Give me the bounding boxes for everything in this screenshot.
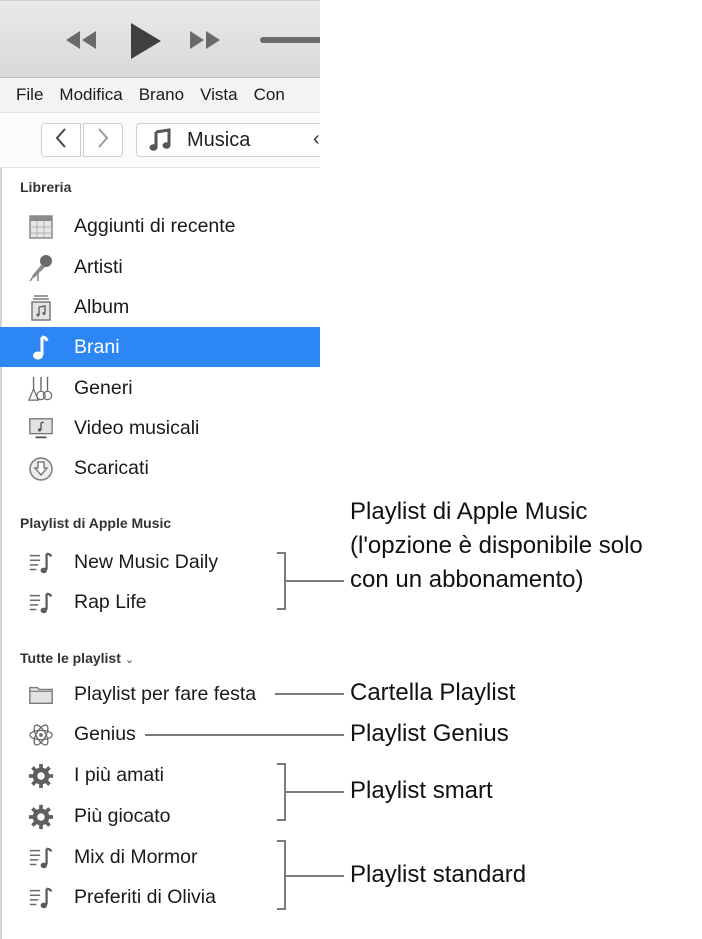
callout-line-genius	[145, 734, 344, 736]
callout-genius: Playlist Genius	[350, 720, 509, 747]
sidebar-item-most-loved[interactable]: I più amati	[0, 755, 320, 795]
download-circle-icon	[28, 456, 54, 482]
folder-icon	[28, 682, 54, 708]
smart-gear-icon	[28, 763, 54, 789]
sidebar-item-preferiti-olivia[interactable]: Preferiti di Olivia	[0, 877, 320, 917]
media-kind-label: Musica	[187, 128, 251, 151]
sidebar-item-genres[interactable]: Generi	[0, 368, 320, 408]
sidebar-item-label: Più giocato	[74, 805, 171, 827]
chevron-down-icon[interactable]: ⌄	[125, 654, 134, 666]
genius-atom-icon	[28, 722, 54, 748]
fast-forward-icon[interactable]	[186, 23, 224, 62]
music-video-icon	[28, 416, 54, 442]
sidebar-item-label: Brani	[74, 336, 120, 358]
section-header-library: Libreria	[20, 179, 72, 195]
sidebar-item-label: Scaricati	[74, 457, 149, 479]
sidebar-item-songs[interactable]: Brani	[0, 327, 320, 367]
microphone-icon	[28, 255, 54, 282]
sidebar-item-label: Video musicali	[74, 417, 200, 439]
selector-arrow-icon: ‹	[313, 128, 320, 150]
menu-brano[interactable]: Brano	[139, 85, 184, 105]
callout-apple-music-line1: Playlist di Apple Music	[350, 498, 588, 525]
playlist-icon	[28, 845, 54, 871]
callout-bracket-apple-music	[277, 552, 286, 610]
chevron-right-icon	[96, 127, 110, 154]
sidebar-item-recently-added[interactable]: Aggiunti di recente	[0, 206, 320, 246]
callout-apple-music-line3: con un abbonamento)	[350, 566, 584, 593]
navigation-bar: Musica ‹	[0, 112, 320, 168]
sidebar-item-label: Album	[74, 296, 130, 318]
sidebar-item-label: Preferiti di Olivia	[74, 886, 216, 908]
sidebar-item-label: Genius	[74, 723, 136, 745]
sidebar-item-most-played[interactable]: Più giocato	[0, 796, 320, 836]
section-header-apple-music: Playlist di Apple Music	[20, 515, 172, 531]
menu-file[interactable]: File	[16, 85, 43, 105]
calendar-grid-icon	[28, 214, 54, 240]
playlist-icon	[28, 885, 54, 911]
volume-slider[interactable]	[260, 37, 320, 43]
media-kind-select[interactable]: Musica ‹	[136, 123, 320, 157]
sidebar-item-new-music-daily[interactable]: New Music Daily	[0, 542, 320, 582]
chevron-left-icon	[54, 127, 68, 154]
playlist-icon	[28, 550, 54, 576]
callout-smart: Playlist smart	[350, 777, 493, 804]
rewind-icon[interactable]	[62, 23, 100, 62]
callout-line-folder	[275, 693, 344, 695]
play-icon[interactable]	[128, 21, 164, 66]
music-note-icon	[28, 335, 54, 361]
callout-line-standard	[286, 875, 344, 877]
forward-button[interactable]	[83, 123, 123, 157]
smart-gear-icon	[28, 804, 54, 830]
sidebar-item-albums[interactable]: Album	[0, 287, 320, 327]
sidebar-item-party-folder[interactable]: Playlist per fare festa	[0, 674, 320, 714]
sidebar-item-label: Playlist per fare festa	[74, 683, 257, 705]
callout-standard: Playlist standard	[350, 861, 527, 888]
itunes-window: File Modifica Brano Vista Con Musica ‹ L…	[0, 0, 320, 939]
player-toolbar	[0, 0, 320, 78]
menu-bar: File Modifica Brano Vista Con	[0, 78, 320, 112]
sidebar-item-mix-di-mormor[interactable]: Mix di Mormor	[0, 837, 320, 877]
callout-line-apple-music	[286, 580, 344, 582]
sidebar-item-rap-life[interactable]: Rap Life	[0, 582, 320, 622]
music-note-icon	[149, 128, 171, 152]
sidebar-item-music-videos[interactable]: Video musicali	[0, 408, 320, 448]
menu-controlli[interactable]: Con	[254, 85, 285, 105]
sidebar-item-label: New Music Daily	[74, 551, 219, 573]
sidebar-item-label: Aggiunti di recente	[74, 215, 236, 237]
menu-vista[interactable]: Vista	[200, 85, 238, 105]
callout-bracket-smart	[277, 763, 286, 821]
sidebar-item-artists[interactable]: Artisti	[0, 247, 320, 287]
playlist-icon	[28, 590, 54, 616]
menu-modifica[interactable]: Modifica	[59, 85, 122, 105]
callout-apple-music-line2: (l'opzione è disponibile solo	[350, 532, 643, 559]
sidebar-item-label: Generi	[74, 377, 133, 399]
section-header-label: Tutte le playlist	[20, 650, 121, 666]
sidebar-item-label: Mix di Mormor	[74, 846, 198, 868]
album-stack-icon	[28, 295, 54, 321]
guitars-icon	[28, 376, 54, 402]
sidebar-item-label: Artisti	[74, 256, 123, 278]
callout-bracket-standard	[277, 840, 286, 910]
callout-folder: Cartella Playlist	[350, 679, 516, 706]
sidebar-item-label: Rap Life	[74, 591, 147, 613]
sidebar-item-label: I più amati	[74, 764, 164, 786]
back-button[interactable]	[41, 123, 81, 157]
section-header-all-playlists[interactable]: Tutte le playlist ⌄	[20, 650, 134, 666]
sidebar-item-downloaded[interactable]: Scaricati	[0, 448, 320, 488]
callout-line-smart	[286, 791, 344, 793]
